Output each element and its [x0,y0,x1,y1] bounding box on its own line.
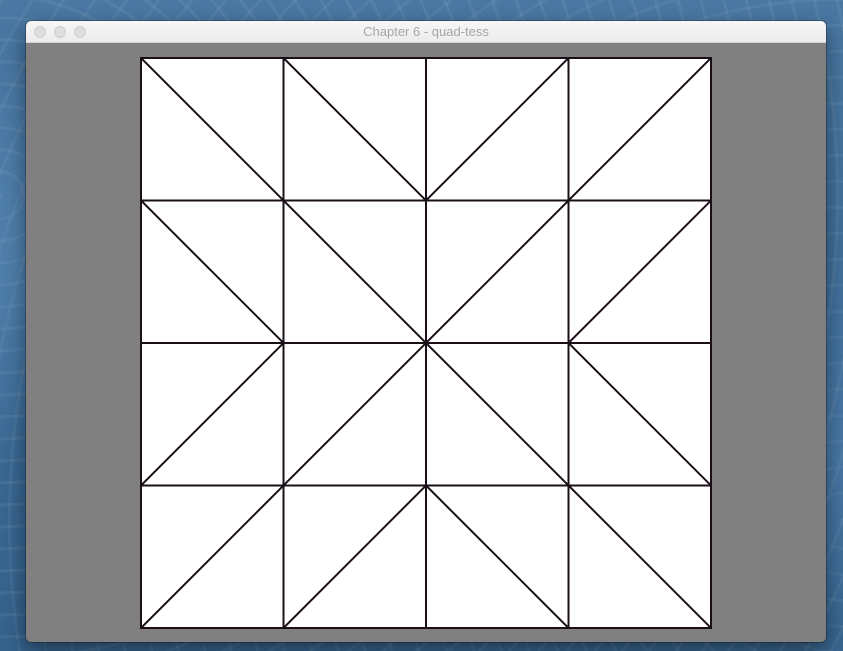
title-bar[interactable]: Chapter 6 - quad-tess [26,21,826,43]
tessellated-quad [140,57,712,629]
window-title: Chapter 6 - quad-tess [363,24,489,39]
render-area [26,43,826,642]
app-window: Chapter 6 - quad-tess [26,21,826,642]
